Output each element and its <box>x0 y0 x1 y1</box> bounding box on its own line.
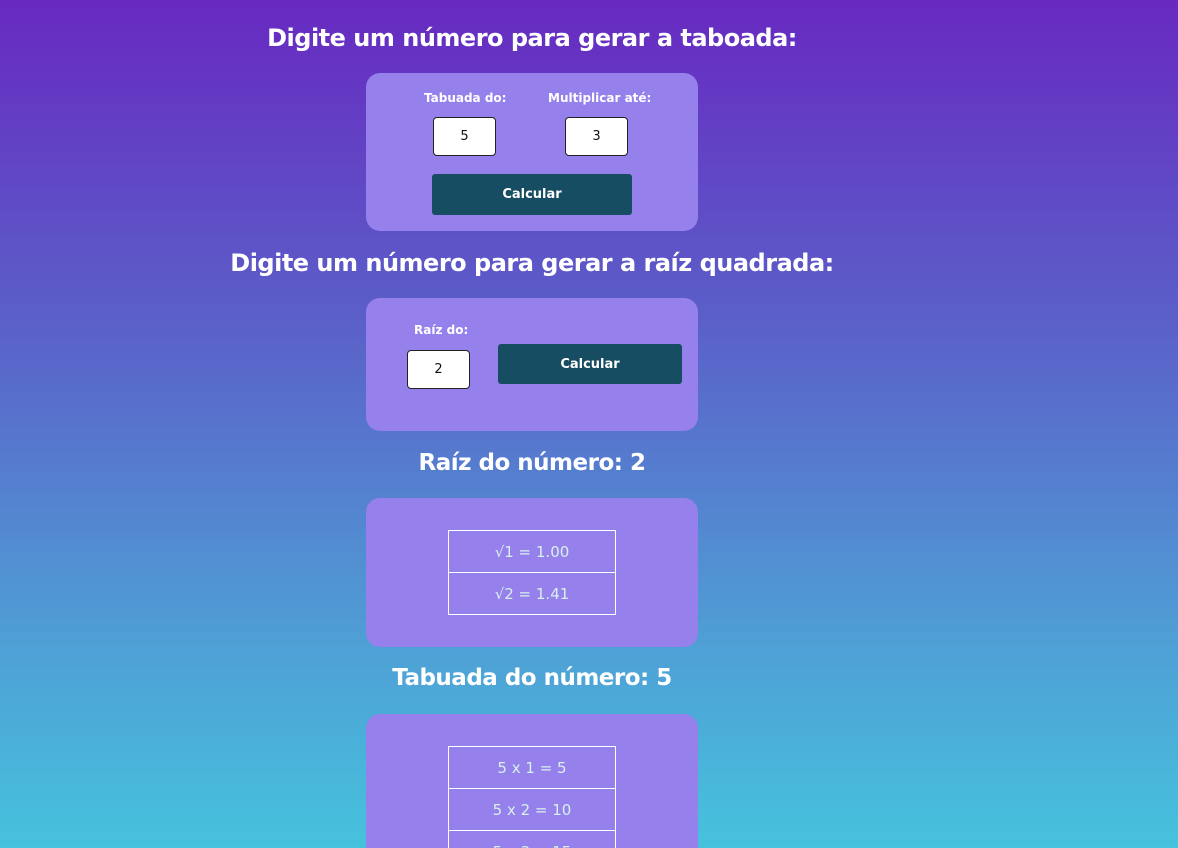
tabuada-label: Tabuada do: <box>424 91 507 105</box>
raiz-label: Raíz do: <box>414 323 469 337</box>
multiplicar-input[interactable] <box>565 117 628 156</box>
table-row: √2 = 1.41 <box>448 572 616 615</box>
tabuada-result-card: 5 x 1 = 5 5 x 2 = 10 5 x 3 = 15 <box>366 714 698 848</box>
table-row: √1 = 1.00 <box>448 530 616 573</box>
tabuada-result-cell: 5 x 1 = 5 <box>448 746 616 789</box>
tabuada-result-heading: Tabuada do número: 5 <box>392 665 672 691</box>
multiplicar-label: Multiplicar até: <box>548 91 652 105</box>
tabuada-result-cell: 5 x 3 = 15 <box>448 830 616 848</box>
table-row: 5 x 1 = 5 <box>448 746 616 789</box>
tabuada-input[interactable] <box>433 117 496 156</box>
table-row: 5 x 3 = 15 <box>448 830 616 848</box>
raiz-result-cell: √1 = 1.00 <box>448 530 616 573</box>
tabuada-result-table: 5 x 1 = 5 5 x 2 = 10 5 x 3 = 15 <box>448 746 616 848</box>
raiz-result-table: √1 = 1.00 √2 = 1.41 <box>448 530 616 615</box>
tabuada-heading: Digite um número para gerar a taboada: <box>267 24 797 52</box>
tabuada-result-cell: 5 x 2 = 10 <box>448 788 616 831</box>
raiz-result-heading: Raíz do número: 2 <box>418 450 646 476</box>
raiz-form-card: Raíz do: Calcular <box>366 298 698 431</box>
raiz-input[interactable] <box>407 350 470 389</box>
table-row: 5 x 2 = 10 <box>448 788 616 831</box>
tabuada-form-card: Tabuada do: Multiplicar até: Calcular <box>366 73 698 231</box>
raiz-result-cell: √2 = 1.41 <box>448 572 616 615</box>
raiz-heading: Digite um número para gerar a raíz quadr… <box>230 249 834 277</box>
calcular-raiz-button[interactable]: Calcular <box>498 344 682 384</box>
calcular-tabuada-button[interactable]: Calcular <box>432 174 632 215</box>
raiz-result-card: √1 = 1.00 √2 = 1.41 <box>366 498 698 647</box>
